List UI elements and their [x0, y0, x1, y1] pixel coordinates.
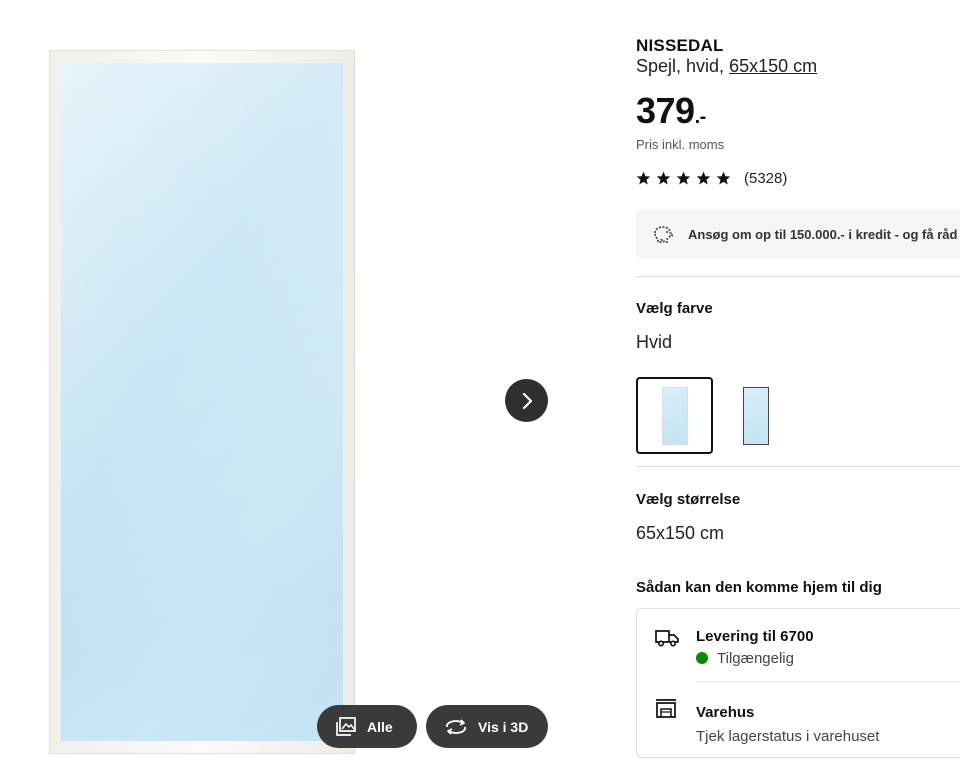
star-icon: [636, 171, 651, 185]
color-swatch-hvid[interactable]: [636, 377, 713, 454]
star-half-icon: [716, 171, 731, 185]
swatch-image: [661, 386, 688, 445]
credit-text: Ansøg om op til 150.000.- i kredit - og …: [688, 226, 958, 242]
product-type: Spejl, hvid,: [636, 56, 725, 76]
store-option[interactable]: Varehus Tjek lagerstatus i varehuset: [637, 682, 960, 759]
divider: [636, 466, 960, 467]
shipping-title: Levering til 6700: [696, 628, 814, 645]
selected-size: 65x150 cm: [636, 523, 725, 543]
chevron-right-icon: [522, 392, 532, 409]
delivery-options: Levering til 6700 Tilgængelig Varehus Tj…: [636, 608, 960, 758]
all-media-label: Alle: [367, 718, 393, 735]
color-swatch-alt[interactable]: [717, 377, 794, 454]
star-icon: [696, 171, 711, 185]
color-section-title: Vælg farve: [636, 300, 713, 317]
all-media-button[interactable]: Alle: [317, 705, 417, 748]
star-icon: [656, 171, 671, 185]
home-delivery-option[interactable]: Levering til 6700 Tilgængelig: [637, 609, 960, 681]
divider: [636, 276, 960, 277]
product-info: NISSEDAL Spejl, hvid, 65x150 cm 379.- Pr…: [636, 0, 960, 781]
next-image-button[interactable]: [505, 379, 548, 422]
rating[interactable]: (5328): [636, 170, 787, 187]
vat-note: Pris inkl. moms: [636, 137, 725, 152]
review-count: (5328): [744, 170, 788, 187]
product-image[interactable]: [49, 50, 355, 754]
store-icon: [656, 699, 676, 718]
product-price: 379.-: [636, 90, 706, 132]
view-3d-label: Vis i 3D: [478, 718, 529, 735]
price-suffix: .-: [694, 106, 707, 128]
gallery-icon: [336, 716, 356, 736]
size-section-title: Vælg størrelse: [636, 491, 741, 508]
store-title: Varehus: [696, 704, 755, 721]
price-value: 379: [636, 90, 695, 131]
selected-color: Hvid: [636, 332, 673, 352]
piggy-bank-icon: [654, 226, 673, 243]
shipping-status-label: Tilgængelig: [717, 650, 794, 667]
view-3d-button[interactable]: Vis i 3D: [426, 705, 548, 748]
star-icon: [676, 171, 691, 185]
product-gallery: Alle Vis i 3D: [0, 0, 570, 781]
swatch-image: [742, 386, 769, 445]
rotate-3d-icon: [445, 718, 467, 735]
product-name: NISSEDAL: [636, 36, 724, 55]
shipping-status: Tilgængelig: [696, 650, 794, 667]
mirror-glass: [61, 63, 343, 741]
availability-dot: [696, 652, 708, 664]
size-link[interactable]: 65x150 cm: [729, 56, 817, 76]
truck-icon: [655, 630, 679, 647]
product-description: Spejl, hvid, 65x150 cm: [636, 56, 817, 77]
credit-banner[interactable]: Ansøg om op til 150.000.- i kredit - og …: [636, 209, 960, 259]
store-stock-link[interactable]: Tjek lagerstatus i varehuset: [696, 728, 879, 745]
delivery-section-title: Sådan kan den komme hjem til dig: [636, 579, 882, 596]
